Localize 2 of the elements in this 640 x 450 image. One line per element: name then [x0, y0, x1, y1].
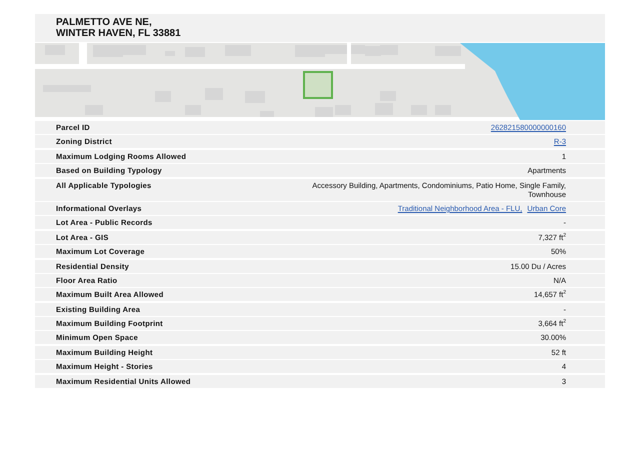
address-line: WINTER HAVEN, FL 33881: [56, 28, 181, 39]
address-line: PALMETTO AVE NE,: [56, 17, 152, 28]
